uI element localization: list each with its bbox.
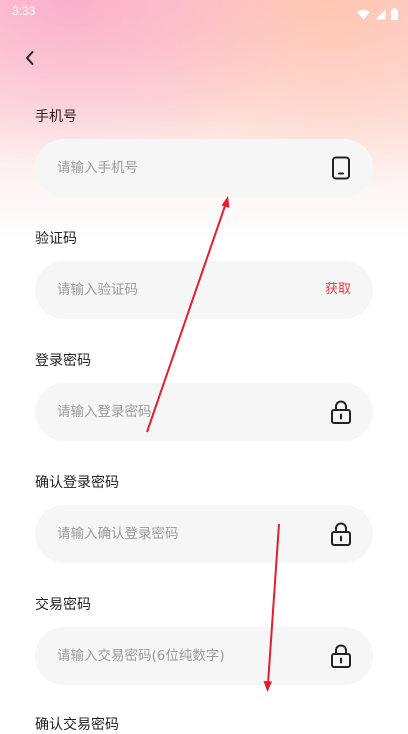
code-label: 验证码 bbox=[35, 231, 77, 247]
phone-icon bbox=[329, 156, 353, 180]
code-input[interactable] bbox=[57, 261, 307, 319]
back-button[interactable] bbox=[18, 48, 42, 72]
phone-field[interactable] bbox=[35, 139, 373, 197]
status-time: 3:33 bbox=[12, 4, 36, 18]
chevron-left-icon bbox=[24, 50, 36, 70]
trade-password-label: 交易密码 bbox=[35, 597, 91, 613]
lock-icon bbox=[329, 522, 353, 546]
phone-label: 手机号 bbox=[35, 109, 77, 125]
wifi-icon bbox=[357, 5, 370, 24]
login-password-input[interactable] bbox=[57, 383, 307, 441]
cellular-signal-icon bbox=[375, 5, 386, 24]
confirm-login-password-field[interactable] bbox=[35, 505, 373, 563]
login-password-label: 登录密码 bbox=[35, 353, 91, 369]
confirm-login-password-label: 确认登录密码 bbox=[35, 475, 119, 491]
lock-icon bbox=[329, 644, 353, 668]
status-icons bbox=[357, 5, 398, 24]
lock-icon bbox=[329, 400, 353, 424]
get-code-button[interactable]: 获取 bbox=[325, 261, 351, 319]
battery-icon bbox=[391, 5, 398, 24]
login-password-field[interactable] bbox=[35, 383, 373, 441]
confirm-trade-password-label: 确认交易密码 bbox=[35, 717, 119, 733]
confirm-login-password-input[interactable] bbox=[57, 505, 307, 563]
status-bar: 3:33 bbox=[0, 0, 408, 24]
trade-password-field[interactable] bbox=[35, 627, 373, 685]
code-field[interactable]: 获取 bbox=[35, 261, 373, 319]
phone-input[interactable] bbox=[57, 139, 307, 197]
trade-password-input[interactable] bbox=[57, 627, 307, 685]
